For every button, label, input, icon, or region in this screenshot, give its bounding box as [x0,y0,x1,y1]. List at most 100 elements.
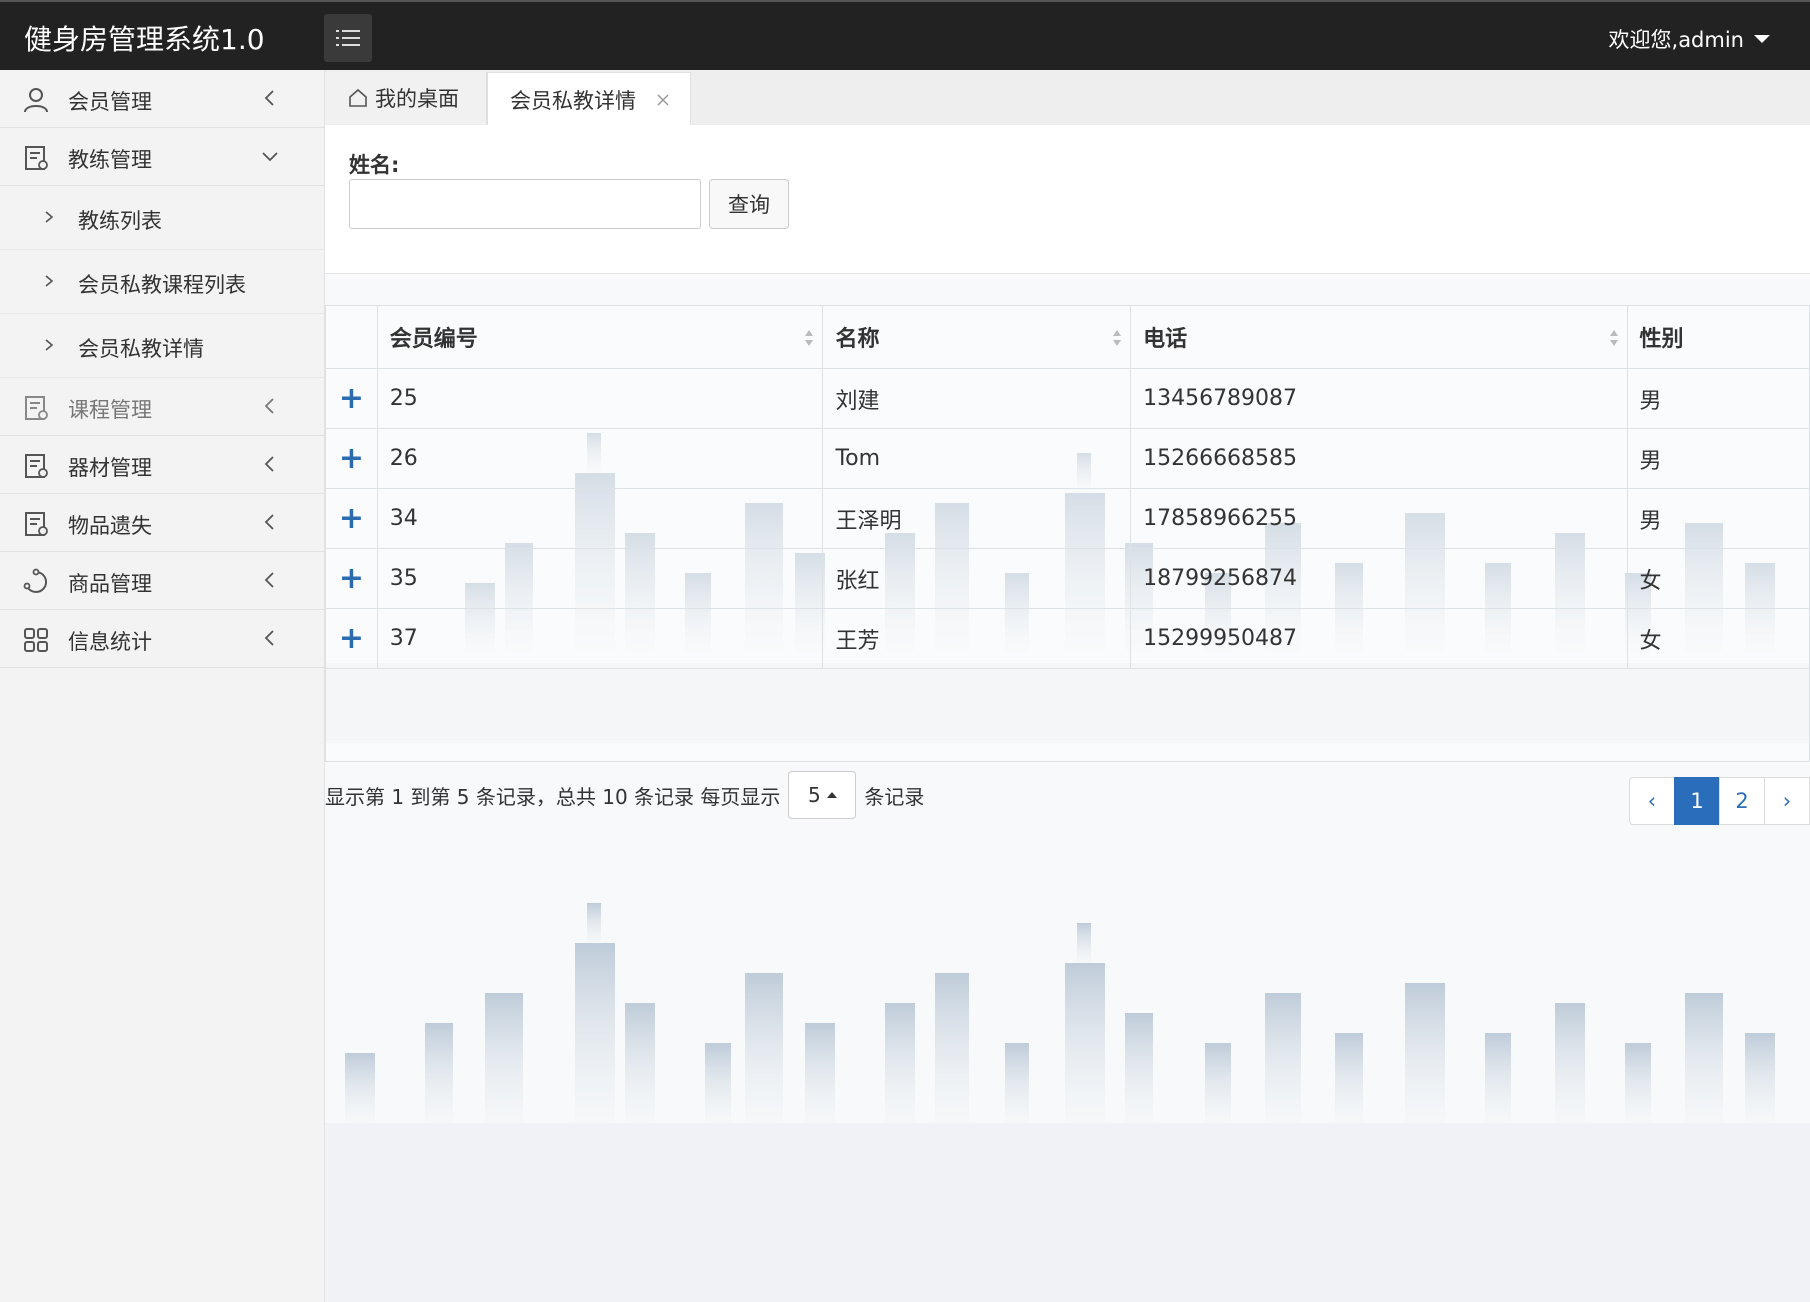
chevron-left-icon [264,572,274,588]
caret-up-icon [826,792,837,798]
tab-private-details[interactable]: 会员私教详情 [487,72,691,126]
expand-column-header [326,306,378,369]
chevron-left-icon [264,514,274,530]
table-row: + 35 张红 18799256874 女 [326,548,1810,609]
app-title: 健身房管理系统1.0 [24,23,265,56]
home-icon [349,88,367,107]
column-header-label: 性别 [1639,327,1684,352]
document-icon [25,512,48,536]
top-navbar: 健身房管理系统1.0 欢迎您,admin [0,0,1810,70]
cell-gender: 女 [1627,548,1810,609]
expand-row-icon[interactable]: + [326,428,378,489]
sidebar-subitem-private-details[interactable]: 会员私教详情 [0,314,324,378]
query-button[interactable]: 查询 [709,179,789,229]
cell-name: 王泽明 [822,488,1132,549]
column-header-label: 会员编号 [389,327,478,352]
sidebar-item-coaches[interactable]: 教练管理 [0,128,324,186]
main-content: 我的桌面 会员私教详情 姓名: 查询 会员编号 名称 电话 性别 + 25 刘建… [325,70,1810,1302]
page-button-1[interactable]: 1 [1674,777,1720,825]
sidebar-item-label: 信息统计 [68,630,152,654]
tab-label: 会员私教详情 [510,88,636,113]
expand-row-icon[interactable]: + [326,548,378,609]
cell-name: 刘建 [822,368,1132,429]
sidebar-subitem-label: 教练列表 [78,209,162,233]
document-icon [25,454,48,478]
column-header-member-id[interactable]: 会员编号 [377,306,824,369]
pagination-suffix: 条记录 [864,784,925,809]
sidebar-item-statistics[interactable]: 信息统计 [0,610,324,668]
column-header-name[interactable]: 名称 [822,306,1132,369]
sidebar-item-label: 会员管理 [68,90,152,114]
chevron-left-icon [264,456,274,472]
next-page-button[interactable]: › [1764,777,1810,825]
user-menu[interactable]: 欢迎您,admin [1609,24,1770,54]
cell-member-id: 35 [377,548,824,609]
tab-label: 我的桌面 [375,87,459,111]
sidebar-item-label: 器材管理 [68,456,152,480]
chevron-left-icon [264,90,274,106]
sort-icon [805,330,814,346]
sidebar-subitem-private-course-list[interactable]: 会员私教课程列表 [0,250,324,314]
list-icon [336,30,360,46]
sidebar: 会员管理 教练管理 教练列表 会员私教课程列表 会员私教详情 课程管理 器材管理… [0,70,325,1302]
cell-name: 张红 [822,548,1132,609]
table-row: + 25 刘建 13456789087 男 [326,368,1810,429]
sidebar-item-products[interactable]: 商品管理 [0,552,324,610]
expand-row-icon[interactable]: + [326,368,378,429]
prev-page-button[interactable]: ‹ [1629,777,1675,825]
column-header-label: 电话 [1143,327,1188,352]
table-header-row: 会员编号 名称 电话 性别 [326,306,1810,369]
records-table: 会员编号 名称 电话 性别 + 25 刘建 13456789087 男 + 26… [325,305,1810,762]
document-icon [25,146,48,170]
table-row: + 37 王芳 15299950487 女 [326,608,1810,669]
sidebar-item-equipment[interactable]: 器材管理 [0,436,324,494]
chevron-left-icon [264,398,274,414]
search-panel: 姓名: 查询 [325,125,1810,274]
sort-icon [1609,330,1618,346]
cell-member-id: 34 [377,488,824,549]
user-icon [24,88,48,113]
table-row: + 34 王泽明 17858966255 男 [326,488,1810,549]
name-search-input[interactable] [349,179,701,229]
grid-icon [24,628,48,652]
table-row: + 26 Tom 15266668585 男 [326,428,1810,489]
recycle-icon [23,568,48,593]
column-header-phone[interactable]: 电话 [1130,306,1628,369]
page-size-select[interactable]: 5 [788,771,857,819]
cell-member-id: 37 [377,608,824,669]
column-header-gender[interactable]: 性别 [1627,306,1810,369]
cell-phone: 15299950487 [1130,608,1628,669]
sidebar-item-courses[interactable]: 课程管理 [0,378,324,436]
tab-my-desktop[interactable]: 我的桌面 [325,72,487,124]
close-icon[interactable] [656,93,670,107]
sidebar-subitem-label: 会员私教详情 [78,337,204,361]
cell-member-id: 26 [377,428,824,489]
cell-name: Tom [822,428,1132,489]
chevron-right-icon [45,339,54,351]
cell-phone: 18799256874 [1130,548,1628,609]
sidebar-item-members[interactable]: 会员管理 [0,70,324,128]
pagination: ‹ 1 2 › [1629,777,1810,825]
pagination-info: 显示第 1 到第 5 条记录，总共 10 条记录 每页显示 5 条记录 [325,770,924,820]
column-header-label: 名称 [835,327,880,352]
sidebar-item-label: 物品遗失 [68,514,152,538]
expand-row-icon[interactable]: + [326,608,378,669]
tab-bar: 我的桌面 会员私教详情 [325,70,1810,126]
expand-row-icon[interactable]: + [326,488,378,549]
sidebar-subitem-coach-list[interactable]: 教练列表 [0,186,324,250]
cell-phone: 13456789087 [1130,368,1628,429]
pagination-summary: 显示第 1 到第 5 条记录，总共 10 条记录 每页显示 [325,784,781,809]
sort-icon [1113,330,1122,346]
cell-member-id: 25 [377,368,824,429]
sidebar-item-lost-items[interactable]: 物品遗失 [0,494,324,552]
cell-gender: 男 [1627,488,1810,549]
sidebar-item-label: 教练管理 [68,148,152,172]
sidebar-subitem-label: 会员私教课程列表 [78,273,246,297]
name-label: 姓名: [349,153,400,177]
welcome-text: 欢迎您,admin [1608,28,1744,52]
sidebar-item-label: 课程管理 [68,398,152,422]
menu-toggle-button[interactable] [324,14,372,62]
page-button-2[interactable]: 2 [1719,777,1765,825]
page-size-value: 5 [808,783,821,807]
chevron-left-icon [264,630,274,646]
